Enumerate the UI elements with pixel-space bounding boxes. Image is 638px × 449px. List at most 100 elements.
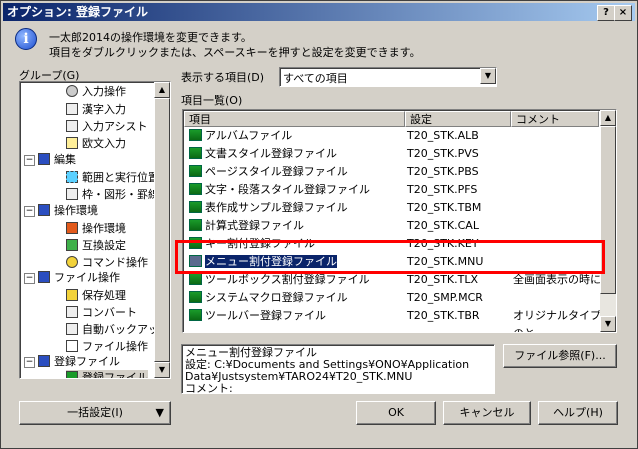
file-icon xyxy=(189,165,202,177)
scroll-down-arrow-icon[interactable]: ▼ xyxy=(154,362,170,378)
tree-item-env[interactable]: 操作環境 xyxy=(38,203,98,219)
scroll-down-arrow-icon[interactable]: ▼ xyxy=(600,316,616,332)
kanji-input-icon xyxy=(66,103,78,115)
item-list[interactable]: 項目 設定 コメント アルバムファイル T20_STK.ALB 文書スタイル登録フ… xyxy=(182,109,617,333)
group-tree-scroll-thumb[interactable] xyxy=(154,98,170,362)
collapse-env-toggle[interactable]: − xyxy=(24,206,35,217)
col-header-comment[interactable]: コメント xyxy=(511,111,599,127)
info-icon: i xyxy=(15,28,37,50)
file-reference-button[interactable]: ファイル参照(F)... xyxy=(503,344,617,368)
list-label: 項目一覧(O) xyxy=(181,94,243,107)
display-select-value: すべての項目 xyxy=(283,72,348,85)
group-tree[interactable]: 入力操作 漢字入力 入力アシスト 欧文入力 − 編集 範囲と実行位置 枠・図形・… xyxy=(19,81,171,379)
row-setting: T20_STK.TBR xyxy=(407,309,480,322)
title-help-button[interactable]: ? xyxy=(597,5,615,21)
file-icon xyxy=(189,183,202,195)
tree-item-operation-env[interactable]: 操作環境 xyxy=(66,221,126,237)
ok-button[interactable]: OK xyxy=(356,401,436,425)
tree-item-label: コンバート xyxy=(82,306,137,319)
table-row[interactable]: ツールバー登録ファイル T20_STK.TBR オリジナルタイプのと xyxy=(185,307,605,332)
col-header-item[interactable]: 項目 xyxy=(184,111,405,127)
auto-backup-icon xyxy=(66,323,78,335)
table-row[interactable]: ページスタイル登録ファイル T20_STK.PBS xyxy=(185,163,605,181)
row-setting: T20_SMP.MCR xyxy=(407,291,483,304)
table-row[interactable]: 計算式登録ファイル T20_STK.CAL xyxy=(185,217,605,235)
row-setting: T20_STK.PFS xyxy=(407,183,478,196)
tree-item-file-operation[interactable]: ファイル操作 xyxy=(66,339,148,355)
row-item: システムマクロ登録ファイル xyxy=(205,291,348,304)
tree-item-input-operation[interactable]: 入力操作 xyxy=(66,84,126,100)
save-process-icon xyxy=(66,289,78,301)
table-row[interactable]: 文字・段落スタイル登録ファイル T20_STK.PFS xyxy=(185,181,605,199)
batch-settings-button[interactable]: 一括設定(I) ▼ xyxy=(19,401,171,425)
roman-input-icon xyxy=(66,137,78,149)
table-row[interactable]: システムマクロ登録ファイル T20_SMP.MCR xyxy=(185,289,605,307)
col-header-setting[interactable]: 設定 xyxy=(405,111,511,127)
scroll-up-arrow-icon[interactable]: ▲ xyxy=(154,82,170,98)
row-item: 文書スタイル登録ファイル xyxy=(205,147,337,160)
env-category-icon xyxy=(38,204,50,216)
close-button[interactable]: × xyxy=(614,5,632,21)
command-icon xyxy=(66,256,78,268)
input-operation-icon xyxy=(66,85,78,97)
tree-item-command[interactable]: コマンド操作 xyxy=(66,255,148,271)
tree-item-label: 入力アシスト xyxy=(82,120,148,133)
row-item: ツールバー登録ファイル xyxy=(205,309,326,322)
tree-item-kanji-input[interactable]: 漢字入力 xyxy=(66,102,126,118)
tree-item-roman-input[interactable]: 欧文入力 xyxy=(66,136,126,152)
scroll-up-arrow-icon[interactable]: ▲ xyxy=(600,110,616,126)
group-tree-scrollbar[interactable]: ▲ ▼ xyxy=(154,82,170,378)
collapse-edit-toggle[interactable]: − xyxy=(24,155,35,166)
info-line-2: 項目をダブルクリックまたは、スペースキーを押すと設定を変更できます。 xyxy=(49,46,421,59)
tree-item-range[interactable]: 範囲と実行位置 xyxy=(66,170,159,186)
tree-item-label: 操作環境 xyxy=(54,204,98,217)
file-category-icon xyxy=(38,271,50,283)
row-item: 表作成サンプル登録ファイル xyxy=(205,201,348,214)
file-icon xyxy=(189,273,202,285)
collapse-file-toggle[interactable]: − xyxy=(24,273,35,284)
help-button[interactable]: ヘルプ(H) xyxy=(538,401,618,425)
display-select[interactable]: すべての項目 ▼ xyxy=(279,67,497,87)
table-row[interactable]: 表作成サンプル登録ファイル T20_STK.TBM xyxy=(185,199,605,217)
table-row[interactable]: 文書スタイル登録ファイル T20_STK.PVS xyxy=(185,145,605,163)
tree-item-label: 欧文入力 xyxy=(82,137,126,150)
tree-item-registry-category[interactable]: 登録ファイル xyxy=(38,354,120,370)
row-setting: T20_STK.PVS xyxy=(407,147,479,160)
collapse-registry-toggle[interactable]: − xyxy=(24,357,35,368)
row-item: 計算式登録ファイル xyxy=(205,219,304,232)
tree-item-frame-shape[interactable]: 枠・図形・罫線 xyxy=(66,187,159,203)
tree-item-save-process[interactable]: 保存処理 xyxy=(66,288,126,304)
description-box: メニュー割付登録ファイル 設定: C:¥Documents and Settin… xyxy=(181,344,495,395)
registry-category-icon xyxy=(38,355,50,367)
cancel-button[interactable]: キャンセル xyxy=(443,401,531,425)
dropdown-arrow-icon: ▼ xyxy=(155,406,164,419)
description-line-4: コメント: xyxy=(185,382,233,395)
tree-item-registry-file[interactable]: 登録ファイル xyxy=(66,370,148,378)
file-icon xyxy=(189,147,202,159)
row-comment: オリジナルタイプのと xyxy=(513,309,601,332)
options-dialog: オプション: 登録ファイル ? × i 一太郎2014の操作環境を変更できます。… xyxy=(0,0,638,449)
tree-item-file[interactable]: ファイル操作 xyxy=(38,270,120,286)
edit-category-icon xyxy=(38,153,50,165)
table-row[interactable]: アルバムファイル T20_STK.ALB xyxy=(185,127,605,145)
batch-settings-label: 一括設定(I) xyxy=(67,406,123,419)
window-title: オプション: 登録ファイル xyxy=(7,5,148,19)
input-assist-icon xyxy=(66,120,78,132)
file-icon xyxy=(189,201,202,213)
tree-item-label: 範囲と実行位置 xyxy=(82,171,159,184)
tree-item-convert[interactable]: コンバート xyxy=(66,305,137,321)
file-icon xyxy=(189,291,202,303)
chevron-down-icon[interactable]: ▼ xyxy=(480,68,496,84)
tree-item-label: ファイル操作 xyxy=(82,340,148,353)
row-item: アルバムファイル xyxy=(205,129,293,142)
row-setting: T20_STK.CAL xyxy=(407,219,479,232)
title-bar[interactable]: オプション: 登録ファイル ? × xyxy=(3,3,635,21)
tree-item-input-assist[interactable]: 入力アシスト xyxy=(66,119,148,135)
tree-item-label: 漢字入力 xyxy=(82,103,126,116)
info-line-1: 一太郎2014の操作環境を変更できます。 xyxy=(49,31,252,44)
list-scrollbar[interactable]: ▲ ▼ xyxy=(600,110,616,332)
file-icon xyxy=(189,219,202,231)
tree-item-compat[interactable]: 互換設定 xyxy=(66,238,126,254)
file-operation-icon xyxy=(66,340,78,352)
tree-item-edit[interactable]: 編集 xyxy=(38,152,76,168)
